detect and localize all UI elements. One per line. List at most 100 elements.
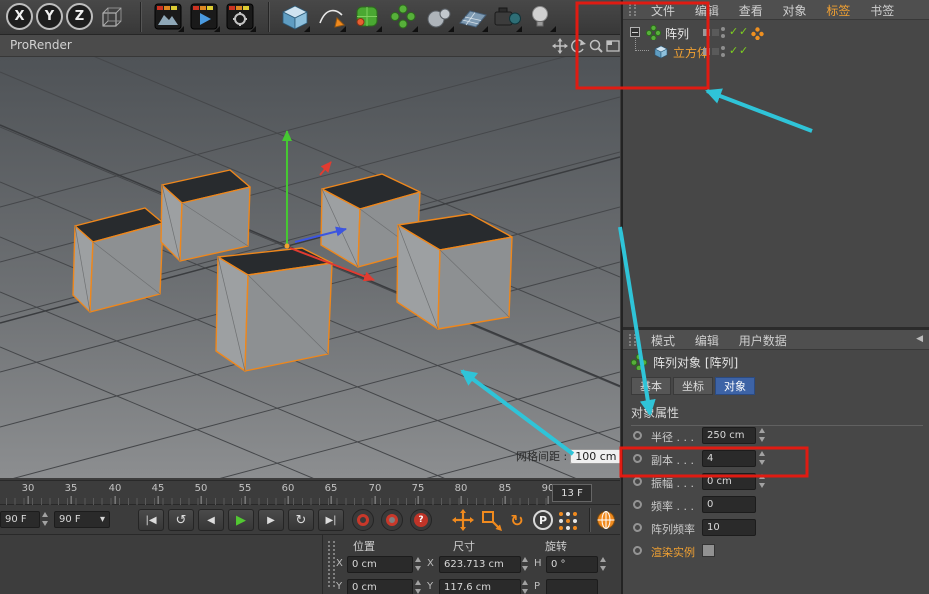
timeline-ruler[interactable]: 30 35 40 45 50 55 60 65 70 75 80 85 90 1…: [0, 480, 620, 505]
prorender-menu[interactable]: ProRender: [10, 38, 72, 52]
copies-stepper[interactable]: [758, 450, 767, 466]
visibility-dot-bottom[interactable]: [721, 53, 725, 57]
layer-square[interactable]: [703, 48, 710, 55]
position-y-stepper[interactable]: [414, 579, 423, 594]
previous-frame-button[interactable]: ◀: [198, 509, 224, 531]
size-y-field[interactable]: 117.6 cm: [439, 579, 521, 594]
radius-field[interactable]: 250 cm: [702, 427, 756, 444]
enabled-check-icon[interactable]: ✓: [739, 25, 748, 38]
array-frequency-field[interactable]: 10: [702, 519, 756, 536]
loop-button[interactable]: ↻: [288, 509, 314, 531]
goto-start-button[interactable]: |◀: [138, 509, 164, 531]
viewport-pan-icon[interactable]: [552, 38, 568, 54]
cube-object[interactable]: [161, 170, 250, 261]
copies-field[interactable]: 4: [702, 450, 756, 467]
record-button[interactable]: [352, 509, 374, 531]
om-menu-edit[interactable]: 编辑: [695, 2, 719, 19]
rotate-tool-button[interactable]: ↻: [506, 509, 528, 531]
enabled-check-icon[interactable]: ✓: [729, 44, 738, 57]
am-menu-edit[interactable]: 编辑: [695, 332, 719, 349]
om-menu-file[interactable]: 文件: [651, 2, 675, 19]
axis-y-button[interactable]: Y: [36, 3, 63, 30]
axis-z-button[interactable]: Z: [66, 3, 93, 30]
gizmo-center[interactable]: [285, 244, 290, 249]
coordinate-system-button[interactable]: [98, 3, 128, 32]
current-frame-field[interactable]: 13 F: [552, 484, 592, 502]
keyframe-dot[interactable]: [633, 546, 642, 555]
play-button[interactable]: ▶: [228, 509, 254, 531]
tree-row-array[interactable]: 阵列 ✓ ✓: [623, 24, 929, 42]
position-x-stepper[interactable]: [414, 556, 423, 572]
size-x-stepper[interactable]: [521, 556, 530, 572]
floor-button[interactable]: [458, 3, 488, 32]
am-menu-mode[interactable]: 模式: [651, 332, 675, 349]
add-cube-button[interactable]: [280, 3, 310, 32]
subdivision-surface-button[interactable]: [352, 3, 382, 32]
viewport-orbit-icon[interactable]: [570, 38, 586, 54]
keyframe-dot[interactable]: [633, 454, 642, 463]
keyframe-dot[interactable]: [633, 523, 642, 532]
keyframe-dot[interactable]: [633, 500, 642, 509]
position-x-field[interactable]: 0 cm: [347, 556, 413, 573]
rotation-h-stepper[interactable]: [599, 556, 608, 572]
om-menu-tags[interactable]: 标签: [826, 2, 850, 19]
layer-square[interactable]: [703, 29, 710, 36]
goto-end-button[interactable]: ▶|: [318, 509, 344, 531]
array-tag-icon[interactable]: [751, 27, 764, 40]
render-instance-checkbox[interactable]: [702, 544, 715, 557]
cube-object[interactable]: [397, 214, 512, 329]
play-reverse-button[interactable]: ↺: [168, 509, 194, 531]
viewport-zoom-icon[interactable]: [588, 38, 604, 54]
rotation-p-field[interactable]: [546, 579, 598, 594]
layer-square[interactable]: [712, 48, 719, 55]
am-menu-userdata[interactable]: 用户数据: [739, 332, 787, 349]
collapse-panel-icon[interactable]: ◀: [916, 334, 923, 344]
camera-button[interactable]: [492, 3, 522, 32]
keyframe-dot[interactable]: [633, 431, 642, 440]
rotation-h-field[interactable]: 0 °: [546, 556, 598, 573]
move-tool-button[interactable]: [452, 509, 482, 538]
visibility-dot-top[interactable]: [721, 46, 725, 50]
collapse-toggle-icon[interactable]: [630, 27, 640, 37]
viewport-maximize-icon[interactable]: [605, 38, 621, 54]
frame-range-field[interactable]: 90 F: [0, 511, 40, 528]
axis-x-button[interactable]: X: [6, 3, 33, 30]
layer-square[interactable]: [712, 29, 719, 36]
amplitude-stepper[interactable]: [758, 473, 767, 489]
render-view-button[interactable]: [154, 3, 184, 32]
grid-dots-button[interactable]: [559, 512, 563, 516]
om-menu-view[interactable]: 查看: [739, 2, 763, 19]
position-y-field[interactable]: 0 cm: [347, 579, 413, 594]
record-question-button[interactable]: ?: [410, 509, 432, 531]
visibility-dot-bottom[interactable]: [721, 34, 725, 38]
size-x-field[interactable]: 623.713 cm: [439, 556, 521, 573]
cube-object[interactable]: [216, 248, 332, 371]
enabled-check-icon[interactable]: ✓: [729, 25, 738, 38]
tab-coords[interactable]: 坐标: [673, 377, 713, 395]
panel-grip[interactable]: [629, 334, 636, 346]
frequency-field[interactable]: 0: [702, 496, 756, 513]
autokey-button[interactable]: [381, 509, 403, 531]
viewport-3d[interactable]: 网格间距 :100 cm: [0, 57, 620, 478]
om-menu-bookmarks[interactable]: 书签: [870, 2, 894, 19]
tab-basic[interactable]: 基本: [631, 377, 671, 395]
keyframe-dot[interactable]: [633, 477, 642, 486]
tab-object[interactable]: 对象: [715, 377, 755, 395]
size-y-stepper[interactable]: [521, 579, 530, 594]
amplitude-field[interactable]: 0 cm: [702, 473, 756, 490]
metaball-button[interactable]: [424, 3, 454, 32]
panel-grip[interactable]: [328, 541, 335, 587]
array-tool-button[interactable]: [388, 3, 418, 32]
light-button[interactable]: [526, 3, 556, 32]
om-menu-object[interactable]: 对象: [783, 2, 807, 19]
render-settings-button[interactable]: [226, 3, 256, 32]
object-label-array[interactable]: 阵列: [665, 25, 689, 42]
frame-range-stepper[interactable]: [41, 511, 50, 527]
tree-row-cube[interactable]: 立方体 ✓ ✓: [623, 43, 929, 61]
enabled-check-icon[interactable]: ✓: [739, 44, 748, 57]
render-picture-viewer-button[interactable]: [190, 3, 220, 32]
spline-pen-button[interactable]: [316, 3, 346, 32]
cube-object[interactable]: [73, 208, 163, 312]
p-tool-button[interactable]: P: [533, 510, 553, 530]
frame-max-dropdown[interactable]: 90 F ▾: [54, 511, 110, 528]
